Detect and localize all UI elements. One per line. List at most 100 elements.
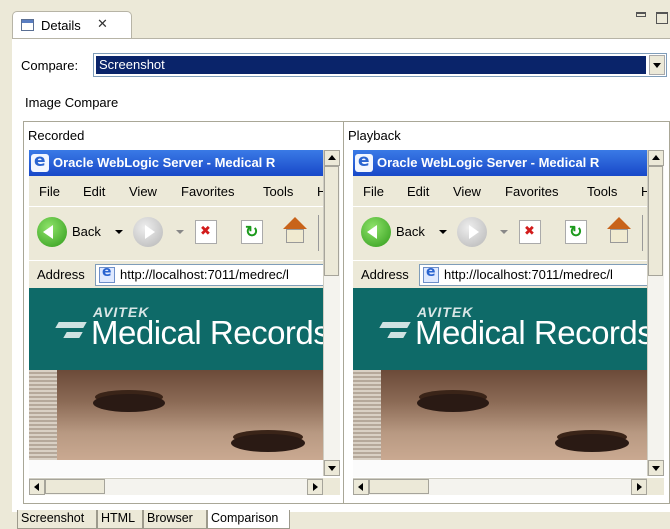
menu-edit: Edit bbox=[83, 184, 106, 199]
image-compare-heading: Image Compare bbox=[25, 95, 119, 110]
menu-favorites: Favorites bbox=[181, 184, 235, 199]
scroll-corner bbox=[647, 478, 664, 495]
browser-title: Oracle WebLogic Server - Medical R bbox=[53, 155, 276, 170]
forward-dropdown-icon bbox=[500, 230, 508, 234]
home-icon bbox=[280, 217, 310, 245]
menu-view: View bbox=[453, 184, 481, 199]
address-field: http://localhost:7011/medrec/l bbox=[95, 264, 323, 286]
details-view-tab[interactable]: Details ✕ bbox=[12, 11, 132, 39]
scroll-thumb[interactable] bbox=[324, 166, 339, 276]
refresh-icon bbox=[565, 220, 587, 244]
scroll-left-icon[interactable] bbox=[353, 479, 369, 495]
banner-photo bbox=[353, 370, 647, 460]
playback-vertical-scrollbar[interactable] bbox=[647, 150, 664, 476]
browser-toolbar: Back bbox=[29, 206, 323, 261]
details-view-icon bbox=[21, 19, 34, 31]
brand-large: Medical Records bbox=[91, 314, 323, 351]
back-arrow-icon bbox=[361, 217, 391, 247]
scroll-down-icon[interactable] bbox=[648, 460, 664, 476]
medical-records-banner: AVITEK Medical Records bbox=[29, 288, 323, 370]
scroll-down-icon[interactable] bbox=[324, 460, 340, 476]
banner-photo bbox=[29, 370, 323, 460]
stop-icon bbox=[519, 220, 541, 244]
browser-title-bar: Oracle WebLogic Server - Medical R bbox=[29, 150, 323, 176]
compare-dropdown[interactable]: Screenshot bbox=[93, 53, 667, 77]
scroll-right-icon[interactable] bbox=[307, 479, 323, 495]
menu-view: View bbox=[129, 184, 157, 199]
close-icon[interactable]: ✕ bbox=[97, 16, 108, 32]
address-label: Address bbox=[37, 267, 85, 282]
playback-screenshot-viewport: Oracle WebLogic Server - Medical R File … bbox=[353, 150, 647, 477]
brand-large: Medical Records bbox=[415, 314, 647, 351]
scroll-up-icon[interactable] bbox=[324, 150, 340, 166]
photo-eye-right bbox=[555, 434, 629, 452]
photo-stripes bbox=[29, 370, 57, 460]
web-page-content: AVITEK Medical Records bbox=[29, 288, 323, 477]
photo-eye-left bbox=[93, 394, 165, 412]
menu-favorites: Favorites bbox=[505, 184, 559, 199]
internet-explorer-icon bbox=[355, 151, 373, 172]
browser-title: Oracle WebLogic Server - Medical R bbox=[377, 155, 600, 170]
back-label: Back bbox=[72, 224, 101, 239]
menu-tools: Tools bbox=[587, 184, 618, 199]
tab-html[interactable]: HTML bbox=[97, 510, 143, 529]
toolbar-divider bbox=[642, 215, 643, 251]
home-icon bbox=[604, 217, 634, 245]
page-blank-area bbox=[353, 460, 647, 477]
page-icon bbox=[99, 264, 115, 283]
stop-icon bbox=[195, 220, 217, 244]
tab-comparison[interactable]: Comparison bbox=[207, 510, 290, 529]
forward-arrow-icon bbox=[457, 217, 487, 247]
compare-selected-value: Screenshot bbox=[96, 56, 646, 74]
scroll-up-icon[interactable] bbox=[648, 150, 664, 166]
scroll-corner bbox=[323, 478, 340, 495]
scroll-left-icon[interactable] bbox=[29, 479, 45, 495]
minimize-icon[interactable] bbox=[636, 12, 646, 17]
photo-eye-right bbox=[231, 434, 305, 452]
compare-label: Compare: bbox=[21, 58, 79, 73]
forward-dropdown-icon bbox=[176, 230, 184, 234]
back-dropdown-icon bbox=[439, 230, 447, 234]
avitek-logo-icon bbox=[57, 322, 87, 342]
scroll-thumb[interactable] bbox=[45, 479, 105, 494]
back-label: Back bbox=[396, 224, 425, 239]
scroll-thumb[interactable] bbox=[648, 166, 663, 276]
recorded-screenshot-viewport: Oracle WebLogic Server - Medical R File … bbox=[29, 150, 323, 477]
medical-records-banner: AVITEK Medical Records bbox=[353, 288, 647, 370]
tab-browser[interactable]: Browser bbox=[143, 510, 207, 529]
menu-file: File bbox=[363, 184, 384, 199]
back-dropdown-icon bbox=[115, 230, 123, 234]
details-tab-label: Details bbox=[41, 18, 81, 33]
web-page-content: AVITEK Medical Records bbox=[353, 288, 647, 477]
address-url: http://localhost:7011/medrec/l bbox=[444, 267, 613, 282]
refresh-icon bbox=[241, 220, 263, 244]
back-arrow-icon bbox=[37, 217, 67, 247]
recorded-horizontal-scrollbar[interactable] bbox=[29, 478, 323, 495]
recorded-vertical-scrollbar[interactable] bbox=[323, 150, 340, 476]
browser-menu-bar: File Edit View Favorites Tools H bbox=[29, 176, 323, 206]
address-field: http://localhost:7011/medrec/l bbox=[419, 264, 647, 286]
address-url: http://localhost:7011/medrec/l bbox=[120, 267, 289, 282]
playback-horizontal-scrollbar[interactable] bbox=[353, 478, 647, 495]
playback-panel-title: Playback bbox=[348, 128, 401, 143]
chevron-down-icon[interactable] bbox=[649, 55, 665, 75]
page-icon bbox=[423, 264, 439, 283]
browser-menu-bar: File Edit View Favorites Tools H bbox=[353, 176, 647, 206]
photo-eye-left bbox=[417, 394, 489, 412]
scroll-right-icon[interactable] bbox=[631, 479, 647, 495]
browser-toolbar: Back bbox=[353, 206, 647, 261]
address-label: Address bbox=[361, 267, 409, 282]
tab-screenshot[interactable]: Screenshot bbox=[17, 510, 97, 529]
menu-edit: Edit bbox=[407, 184, 430, 199]
avitek-logo-icon bbox=[381, 322, 411, 342]
menu-tools: Tools bbox=[263, 184, 294, 199]
internet-explorer-icon bbox=[31, 151, 49, 172]
page-blank-area bbox=[29, 460, 323, 477]
scroll-thumb[interactable] bbox=[369, 479, 429, 494]
toolbar-divider bbox=[318, 215, 319, 251]
browser-title-bar: Oracle WebLogic Server - Medical R bbox=[353, 150, 647, 176]
recorded-panel-title: Recorded bbox=[28, 128, 85, 143]
forward-arrow-icon bbox=[133, 217, 163, 247]
maximize-icon[interactable] bbox=[656, 12, 668, 24]
menu-file: File bbox=[39, 184, 60, 199]
